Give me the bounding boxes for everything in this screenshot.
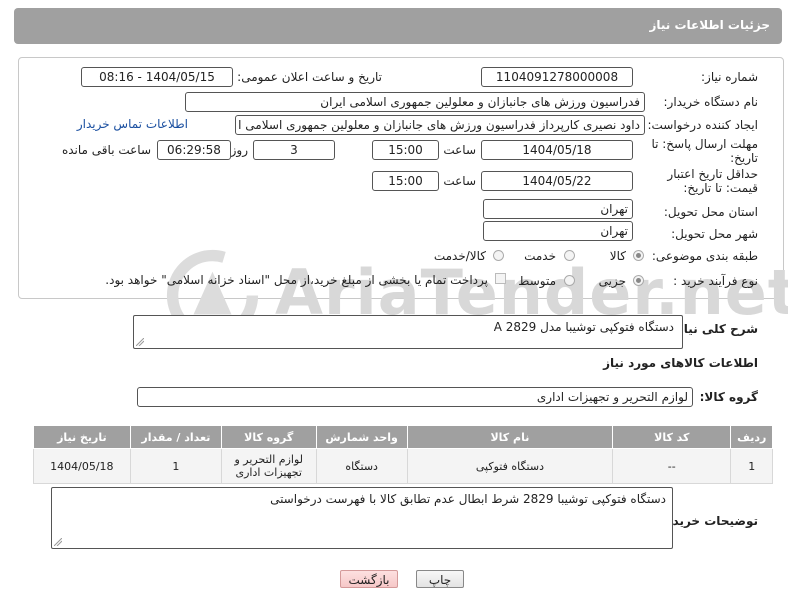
buyer-notes-field: دستگاه فتوکپی توشیبا 2829 شرط ابطال عدم …: [51, 487, 673, 549]
goods-group-field: لوازم التحریر و تجهیزات اداری: [137, 387, 693, 407]
cell-goods-group: لوازم التحریر و تجهیزات اداری: [220, 448, 317, 484]
general-description-label: شرح کلی نیاز:: [672, 322, 758, 336]
reply-deadline-time-label: ساعت: [443, 143, 476, 157]
reply-deadline-time: 15:00: [372, 140, 439, 160]
buyer-notes-text: دستگاه فتوکپی توشیبا 2829 شرط ابطال عدم …: [270, 492, 666, 506]
general-description-text: دستگاه فتوکپی توشیبا مدل 2829 A: [493, 320, 674, 334]
process-type-label: نوع فرآیند خرید :: [673, 274, 758, 288]
delivery-city-field: تهران: [483, 221, 633, 241]
col-unit: واحد شمارش: [315, 425, 408, 449]
reply-deadline-label: مهلت ارسال پاسخ: تا تاریخ:: [651, 137, 758, 165]
remaining-time-field: 06:29:58: [157, 140, 231, 160]
cell-quantity: 1: [129, 448, 222, 484]
general-description-field: دستگاه فتوکپی توشیبا مدل 2829 A: [133, 315, 683, 349]
category-radio-goods[interactable]: [633, 250, 644, 261]
process-option-minor: جزیی: [598, 274, 626, 288]
delivery-province-label: استان محل تحویل:: [663, 205, 758, 219]
table-row: 1 -- دستگاه فتوکپی دستگاه لوازم التحریر …: [33, 448, 773, 484]
process-radio-minor[interactable]: [633, 275, 644, 286]
buyer-org-field: فدراسیون ورزش های جانبازان و معلولین جمه…: [185, 92, 645, 112]
price-validity-label: حداقل تاریخ اعتبار قیمت: تا تاریخ:: [667, 167, 758, 195]
buyer-contact-link[interactable]: اطلاعات تماس خریدار: [77, 117, 188, 131]
treasury-payment-checkbox[interactable]: [495, 273, 506, 284]
announce-datetime-label: تاریخ و ساعت اعلان عمومی:: [237, 70, 382, 84]
delivery-province-field: تهران: [483, 199, 633, 219]
col-goods-name: نام کالا: [406, 425, 614, 449]
cell-goods-name: دستگاه فتوکپی: [406, 448, 614, 484]
goods-group-label: گروه کالا:: [699, 390, 758, 404]
category-option-goods: کالا: [609, 249, 626, 263]
delivery-city-label: شهر محل تحویل:: [671, 227, 758, 241]
remaining-time-label: ساعت باقی مانده: [61, 143, 151, 157]
print-button[interactable]: چاپ: [416, 570, 464, 588]
process-radio-medium[interactable]: [564, 275, 575, 286]
col-quantity: تعداد / مقدار: [129, 425, 222, 449]
col-goods-group: گروه کالا: [220, 425, 317, 449]
buyer-org-label: نام دستگاه خریدار:: [663, 95, 759, 109]
resize-grip-icon[interactable]: [54, 538, 62, 546]
reply-deadline-date: 1404/05/18: [481, 140, 633, 160]
category-radio-goods-service[interactable]: [493, 250, 504, 261]
resize-grip-icon[interactable]: [136, 338, 144, 346]
cell-unit: دستگاه: [315, 448, 408, 484]
col-goods-code: کد کالا: [612, 425, 732, 449]
page-header: جزئیات اطلاعات نیاز: [14, 8, 782, 44]
cell-row-number: 1: [730, 448, 773, 484]
category-option-goods-service: کالا/خدمت: [433, 249, 486, 263]
reply-days-field: 3: [253, 140, 335, 160]
category-option-service: خدمت: [524, 249, 556, 263]
cell-need-date: 1404/05/18: [33, 448, 131, 484]
need-number-label: شماره نیاز:: [701, 70, 758, 84]
requester-label: ایجاد کننده درخواست:: [647, 118, 758, 132]
category-radio-service[interactable]: [564, 250, 575, 261]
goods-table-header-row: ردیف کد کالا نام کالا واحد شمارش گروه کا…: [33, 425, 773, 449]
price-validity-time-label: ساعت: [443, 174, 476, 188]
process-option-medium: متوسط: [518, 274, 556, 288]
cell-goods-code: --: [612, 448, 732, 484]
price-validity-time: 15:00: [372, 171, 439, 191]
need-number-field: 1104091278000008: [481, 67, 633, 87]
requester-field: داود نصیری کارپرداز فدراسیون ورزش های جا…: [235, 115, 645, 135]
price-validity-date: 1404/05/22: [481, 171, 633, 191]
page-title: جزئیات اطلاعات نیاز: [649, 18, 770, 32]
announce-datetime-field: 1404/05/15 - 08:16: [81, 67, 233, 87]
col-need-date: تاریخ نیاز: [33, 425, 131, 449]
goods-info-title: اطلاعات کالاهای مورد نیاز: [603, 356, 758, 370]
goods-table: ردیف کد کالا نام کالا واحد شمارش گروه کا…: [33, 425, 773, 484]
back-button[interactable]: بازگشت: [340, 570, 398, 588]
col-row-number: ردیف: [730, 425, 773, 449]
category-label: طبقه بندی موضوعی:: [651, 249, 758, 263]
treasury-payment-note: پرداخت تمام یا بخشی از مبلغ خرید،از محل …: [105, 273, 488, 287]
